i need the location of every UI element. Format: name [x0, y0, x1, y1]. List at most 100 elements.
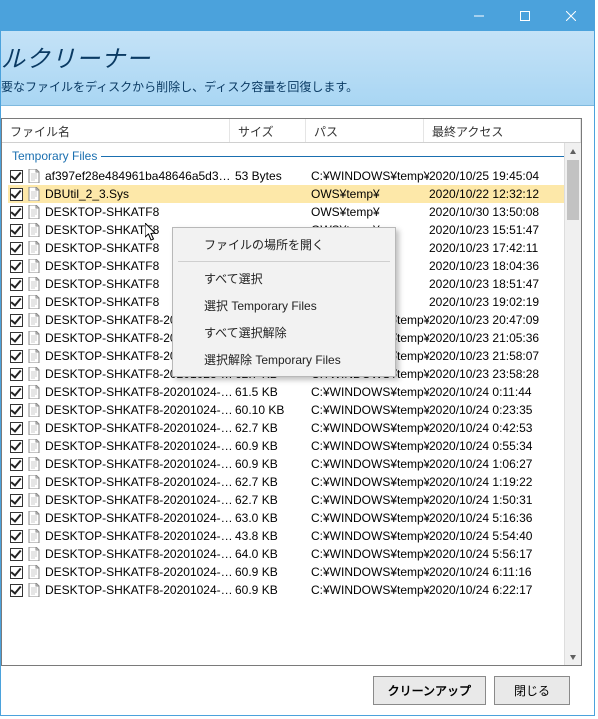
context-menu: ファイルの場所を開く すべて選択 選択 Temporary Files すべて選…	[172, 227, 396, 377]
file-row[interactable]: DESKTOP-SHKATF8-20201024-0042…62.7 KBC:¥…	[8, 419, 575, 437]
file-row[interactable]: DESKTOP-SHKATF8-20201024-0554…43.8 KBC:¥…	[8, 527, 575, 545]
scroll-down-button[interactable]	[565, 648, 581, 665]
row-last-access: 2020/10/24 5:56:17	[429, 545, 575, 563]
ctx-deselect-all[interactable]: すべて選択解除	[176, 319, 392, 346]
ctx-select-group[interactable]: 選択 Temporary Files	[176, 292, 392, 319]
group-label: Temporary Files	[8, 147, 97, 167]
row-checkbox[interactable]	[10, 584, 23, 597]
row-checkbox[interactable]	[10, 476, 23, 489]
row-last-access: 2020/10/23 21:58:07	[429, 347, 575, 365]
row-checkbox[interactable]	[10, 188, 23, 201]
file-row[interactable]: DESKTOP-SHKATF8-20201024-0106…60.9 KBC:¥…	[8, 455, 575, 473]
maximize-button[interactable]	[502, 1, 548, 31]
file-icon	[27, 331, 41, 345]
col-last-access[interactable]: 最終アクセス	[424, 119, 581, 142]
row-checkbox[interactable]	[10, 566, 23, 579]
row-size: 62.7 KB	[235, 491, 311, 509]
row-path: OWS¥temp¥	[311, 185, 429, 203]
row-checkbox[interactable]	[10, 332, 23, 345]
row-checkbox[interactable]	[10, 494, 23, 507]
row-path: C:¥WINDOWS¥temp¥	[311, 563, 429, 581]
column-headers: ファイル名 サイズ パス 最終アクセス	[2, 119, 581, 143]
row-checkbox[interactable]	[10, 440, 23, 453]
row-checkbox[interactable]	[10, 278, 23, 291]
row-checkbox[interactable]	[10, 512, 23, 525]
file-row[interactable]: DBUtil_2_3.SysOWS¥temp¥2020/10/22 12:32:…	[8, 185, 575, 203]
file-list: ファイル名 サイズ パス 最終アクセス Temporary Filesaf397…	[1, 118, 582, 666]
file-row[interactable]: DESKTOP-SHKATF8-20201024-0516…63.0 KBC:¥…	[8, 509, 575, 527]
file-row[interactable]: DESKTOP-SHKATF8OWS¥temp¥2020/10/30 13:50…	[8, 203, 575, 221]
row-checkbox[interactable]	[10, 170, 23, 183]
vertical-scrollbar[interactable]	[564, 143, 581, 665]
file-row[interactable]: DESKTOP-SHKATF8-20201024-0611…60.9 KBC:¥…	[8, 563, 575, 581]
file-row[interactable]: DESKTOP-SHKATF8-20201024-0011…61.5 KBC:¥…	[8, 383, 575, 401]
cleanup-button[interactable]: クリーンアップ	[373, 676, 486, 705]
row-path: C:¥WINDOWS¥temp¥	[311, 545, 429, 563]
row-checkbox[interactable]	[10, 530, 23, 543]
ctx-deselect-group[interactable]: 選択解除 Temporary Files	[176, 346, 392, 373]
row-filename: DESKTOP-SHKATF8-20201024-0622…	[45, 581, 235, 599]
row-checkbox[interactable]	[10, 548, 23, 561]
minimize-button[interactable]	[456, 1, 502, 31]
row-last-access: 2020/10/25 19:45:04	[429, 167, 575, 185]
row-checkbox[interactable]	[10, 404, 23, 417]
row-path: C:¥WINDOWS¥temp¥	[311, 383, 429, 401]
file-icon	[27, 457, 41, 471]
row-filename: DESKTOP-SHKATF8-20201024-0106…	[45, 455, 235, 473]
row-checkbox[interactable]	[10, 458, 23, 471]
file-row[interactable]: DESKTOP-SHKATF8-20201024-0556…64.0 KBC:¥…	[8, 545, 575, 563]
file-icon	[27, 295, 41, 309]
close-dialog-button[interactable]: 閉じる	[494, 676, 570, 705]
row-checkbox[interactable]	[10, 260, 23, 273]
titlebar	[1, 1, 594, 31]
file-icon	[27, 493, 41, 507]
file-row[interactable]: DESKTOP-SHKATF8-20201024-0119…62.7 KBC:¥…	[8, 473, 575, 491]
scroll-up-button[interactable]	[565, 143, 581, 160]
row-filename: DESKTOP-SHKATF8-20201024-0011…	[45, 383, 235, 401]
file-icon	[27, 187, 41, 201]
row-checkbox[interactable]	[10, 368, 23, 381]
row-checkbox[interactable]	[10, 422, 23, 435]
file-row[interactable]: DESKTOP-SHKATF8-20201024-0055…60.9 KBC:¥…	[8, 437, 575, 455]
row-checkbox[interactable]	[10, 206, 23, 219]
row-size: 60.9 KB	[235, 437, 311, 455]
file-row[interactable]: DESKTOP-SHKATF8-20201024-0150…62.7 KBC:¥…	[8, 491, 575, 509]
file-icon	[27, 259, 41, 273]
row-last-access: 2020/10/24 1:19:22	[429, 473, 575, 491]
row-path: C:¥WINDOWS¥temp¥	[311, 491, 429, 509]
row-size: 63.0 KB	[235, 509, 311, 527]
file-icon	[27, 475, 41, 489]
file-row[interactable]: DESKTOP-SHKATF8-20201024-0622…60.9 KBC:¥…	[8, 581, 575, 599]
scrollbar-thumb[interactable]	[567, 160, 579, 220]
row-checkbox[interactable]	[10, 242, 23, 255]
row-checkbox[interactable]	[10, 314, 23, 327]
row-checkbox[interactable]	[10, 224, 23, 237]
row-last-access: 2020/10/24 0:23:35	[429, 401, 575, 419]
header: ルクリーナー 要なファイルをディスクから削除し、ディスク容量を回復します。	[1, 31, 594, 106]
row-last-access: 2020/10/24 5:54:40	[429, 527, 575, 545]
row-size: 60.10 KB	[235, 401, 311, 419]
file-row[interactable]: DESKTOP-SHKATF8-20201024-0023…60.10 KBC:…	[8, 401, 575, 419]
row-filename: DESKTOP-SHKATF8-20201024-0055…	[45, 437, 235, 455]
file-icon	[27, 277, 41, 291]
row-last-access: 2020/10/23 18:51:47	[429, 275, 575, 293]
row-filename: DESKTOP-SHKATF8-20201024-0556…	[45, 545, 235, 563]
row-path: C:¥WINDOWS¥temp¥	[311, 455, 429, 473]
col-filename[interactable]: ファイル名	[2, 119, 230, 142]
row-last-access: 2020/10/24 1:50:31	[429, 491, 575, 509]
row-last-access: 2020/10/24 5:16:36	[429, 509, 575, 527]
file-row[interactable]: af397ef28e484961ba48646a5d38cf…53 BytesC…	[8, 167, 575, 185]
row-checkbox[interactable]	[10, 350, 23, 363]
row-checkbox[interactable]	[10, 296, 23, 309]
ctx-select-all[interactable]: すべて選択	[176, 265, 392, 292]
row-filename: DESKTOP-SHKATF8-20201024-0554…	[45, 527, 235, 545]
row-size: 60.9 KB	[235, 563, 311, 581]
row-size: 60.9 KB	[235, 455, 311, 473]
ctx-open-location[interactable]: ファイルの場所を開く	[176, 231, 392, 258]
close-button[interactable]	[548, 1, 594, 31]
col-path[interactable]: パス	[306, 119, 424, 142]
row-size: 64.0 KB	[235, 545, 311, 563]
row-checkbox[interactable]	[10, 386, 23, 399]
row-filename: DESKTOP-SHKATF8-20201024-0042…	[45, 419, 235, 437]
col-size[interactable]: サイズ	[230, 119, 306, 142]
